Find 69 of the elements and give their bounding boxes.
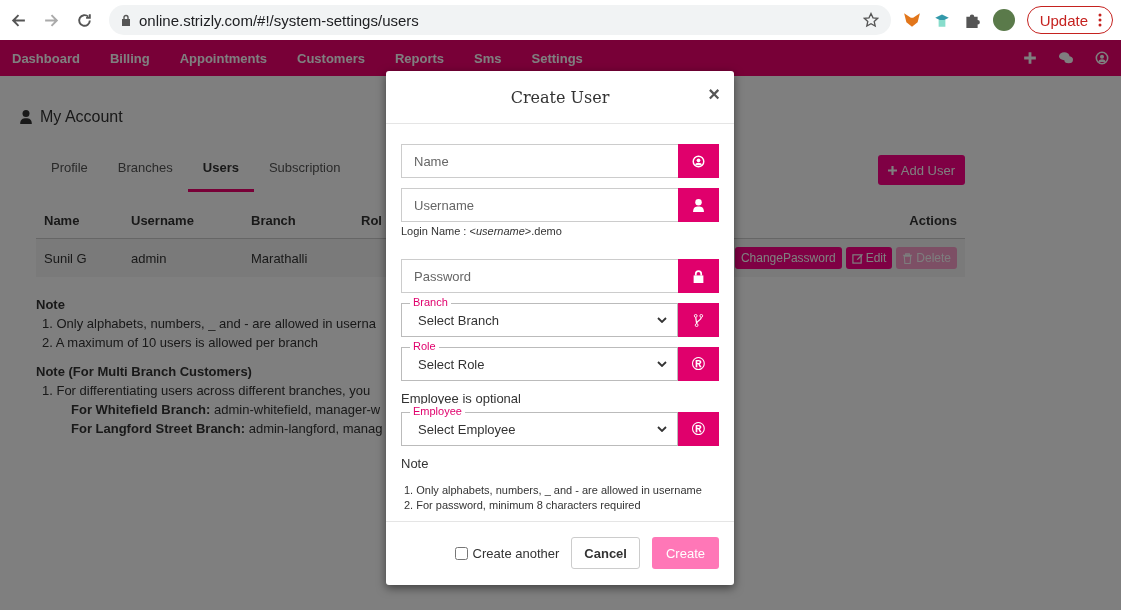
field-icon-box: ® bbox=[678, 347, 719, 381]
edit-icon bbox=[851, 252, 863, 264]
text-field[interactable]: Username bbox=[401, 188, 678, 222]
nav-item[interactable]: Appointments bbox=[179, 50, 267, 66]
optional-text: Employee is optional bbox=[401, 391, 522, 406]
field-label: Role bbox=[410, 339, 439, 353]
lock-icon bbox=[121, 14, 131, 26]
user-circle-icon bbox=[692, 154, 705, 168]
checkbox-label: Create another bbox=[472, 545, 560, 561]
nav-item[interactable]: Dashboard bbox=[12, 50, 80, 66]
user-icon bbox=[20, 110, 32, 124]
note-text: 1. Only alphabets, numbers, _ and - are allowed in userna bbox=[42, 315, 376, 333]
edit-button[interactable]: Edit bbox=[845, 247, 893, 269]
chevron-icon bbox=[657, 317, 667, 323]
table-cell-text: Marathalli bbox=[251, 250, 309, 266]
user-icon bbox=[692, 198, 705, 212]
fox-icon[interactable] bbox=[902, 11, 921, 29]
tab[interactable]: Branches bbox=[102, 148, 188, 192]
nav-item[interactable]: Billing bbox=[109, 50, 150, 66]
field-label: Branch bbox=[410, 295, 451, 309]
kebab-icon bbox=[1098, 13, 1102, 27]
dialog-title: Create User bbox=[510, 87, 610, 107]
nav-item[interactable]: Settings bbox=[531, 50, 583, 66]
note-title: Note bbox=[401, 456, 430, 471]
chat-icon[interactable] bbox=[1059, 51, 1073, 65]
lock-icon bbox=[692, 269, 705, 283]
text-field[interactable]: Name bbox=[401, 144, 678, 178]
user-circle-icon[interactable] bbox=[1095, 51, 1109, 65]
plus-icon bbox=[887, 165, 897, 175]
note-text: 2. A maximum of 10 users is allowed per branch bbox=[42, 334, 319, 352]
note-text: For Whitefield Branch: admin-whitefield, manager-w bbox=[71, 401, 381, 419]
fork-icon bbox=[692, 313, 705, 327]
table-cell-text: admin bbox=[131, 250, 168, 266]
text-field[interactable]: Password bbox=[401, 259, 678, 293]
close-button[interactable]: × bbox=[708, 83, 720, 105]
column-header: Branch bbox=[251, 212, 297, 228]
column-header: Name bbox=[44, 212, 81, 228]
nav-item[interactable]: Reports bbox=[394, 50, 445, 66]
note-text: For Langford Street Branch: admin-langford, manag bbox=[71, 420, 383, 438]
nav-item[interactable]: Customers bbox=[297, 50, 365, 66]
note-text: 1. Only alphabets, numbers, _ and - are allowed in username bbox=[404, 483, 703, 498]
note-text: 1. For differentiating users across different branches, you bbox=[42, 382, 371, 400]
page-title: My Account bbox=[40, 108, 123, 126]
table-cell-text: Sunil G bbox=[44, 250, 88, 266]
plus-icon[interactable] bbox=[1023, 51, 1037, 65]
note-text: 2. For password, minimum 8 characters required bbox=[404, 498, 642, 513]
tab[interactable]: Subscription bbox=[253, 148, 356, 192]
hint-text: Login Name : <username>.demo bbox=[401, 225, 563, 237]
column-header: Rol bbox=[361, 212, 383, 228]
password-button[interactable]: ChangePassword bbox=[734, 247, 842, 269]
chevron-icon bbox=[657, 426, 667, 432]
column-header: Username bbox=[131, 212, 195, 228]
tab[interactable]: Users bbox=[187, 148, 254, 192]
reload-icon[interactable] bbox=[76, 11, 93, 29]
checkbox[interactable] bbox=[454, 546, 468, 560]
column-header: Actions bbox=[909, 212, 957, 228]
chevron-icon bbox=[657, 361, 667, 367]
note-title: Note (For Multi Branch Customers) bbox=[36, 363, 252, 381]
avatar[interactable] bbox=[992, 9, 1015, 31]
field-label: Employee bbox=[410, 404, 465, 418]
address-bar[interactable]: online.strizly.com/#!/system-settings/users bbox=[109, 5, 891, 35]
update-button[interactable]: Update bbox=[1026, 6, 1113, 34]
add-user-button[interactable]: Add User bbox=[877, 155, 965, 185]
tab[interactable]: Profile bbox=[36, 148, 103, 192]
note-title: Note bbox=[36, 296, 65, 314]
nav-item[interactable]: Sms bbox=[474, 50, 502, 66]
field-icon-box: ® bbox=[678, 412, 719, 446]
cancel-button[interactable]: Cancel bbox=[571, 537, 640, 569]
star-icon[interactable] bbox=[862, 12, 879, 28]
